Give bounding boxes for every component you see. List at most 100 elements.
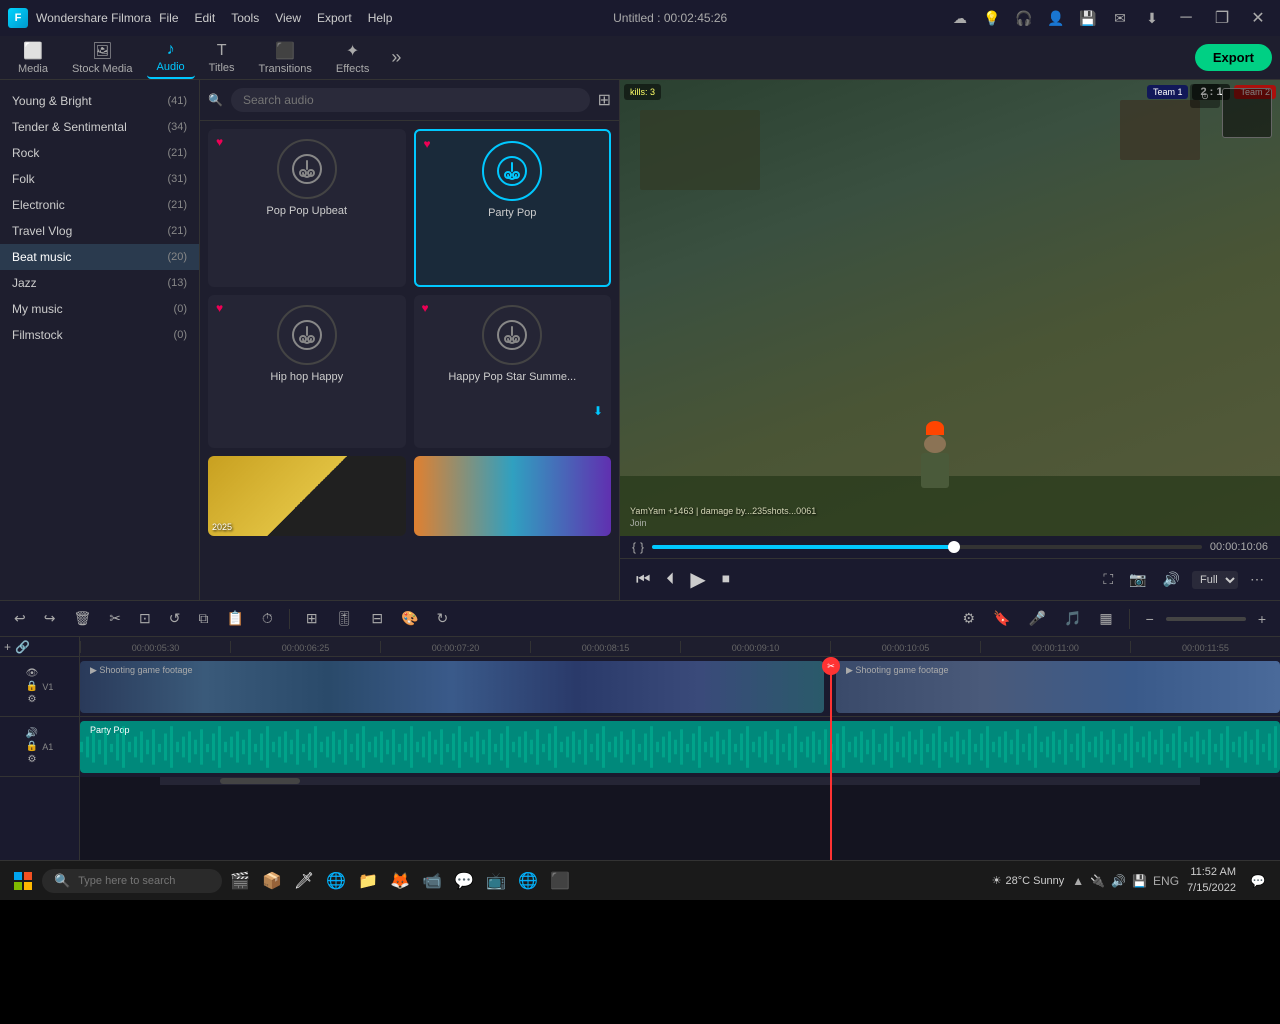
audio-card-party-pop[interactable]: ♥ Party Pop [414,129,612,287]
zoom-slider[interactable] [1166,617,1246,621]
video-clip-1[interactable]: ▶ Shooting game footage [80,661,824,713]
headset-icon[interactable]: 🎧 [1012,6,1036,30]
zoom-in-button[interactable]: + [1252,607,1272,631]
taskbar-search-input[interactable] [78,875,208,887]
close-button[interactable]: ✕ [1244,8,1272,28]
menu-file[interactable]: File [159,11,178,25]
menu-view[interactable]: View [275,11,301,25]
menu-tools[interactable]: Tools [231,11,259,25]
frame-back-button[interactable]: ⏴ [662,567,678,593]
screenshot-button[interactable]: 📷 [1125,567,1150,592]
tab-stock-media[interactable]: 🖼 Stock Media [62,37,143,79]
category-young-bright[interactable]: Young & Bright (41) [0,88,199,114]
taskbar-app-folder[interactable]: 📁 [354,867,382,895]
copy-button[interactable]: ⧉ [192,606,214,631]
systray-network[interactable]: 🔌 [1090,874,1105,888]
notification-button[interactable]: 💬 [1244,867,1272,895]
stop-button[interactable]: ⏹ [718,567,734,593]
track-audio-icon[interactable]: 🔊 [26,728,38,739]
user-icon[interactable]: 👤 [1044,6,1068,30]
category-folk[interactable]: Folk (31) [0,166,199,192]
category-rock[interactable]: Rock (21) [0,140,199,166]
menu-export[interactable]: Export [317,11,352,25]
settings-button[interactable]: ⚙ [957,606,982,631]
taskbar-clock[interactable]: 11:52 AM 7/15/2022 [1187,865,1236,896]
search-input[interactable] [231,88,590,112]
undo-button[interactable]: ↩ [8,606,32,631]
audio-card-happy-pop-star[interactable]: ♥ ⬇ Happy Pop Star Summe... [414,295,612,449]
audio-card-pop-pop-upbeat[interactable]: ♥ Pop Pop Upbeat [208,129,406,287]
edit-button[interactable]: 🎚 [330,606,360,631]
cloud-icon[interactable]: ☁ [948,6,972,30]
taskbar-app-5[interactable]: 🦊 [386,867,414,895]
refresh-button[interactable]: ↻ [431,606,455,631]
taskbar-app-filmora[interactable]: 🎬 [226,867,254,895]
minimize-button[interactable]: ─ [1172,8,1200,28]
grid-toggle-icon[interactable]: ⊞ [598,90,611,110]
more-tabs-button[interactable]: » [383,43,409,72]
add-track-button[interactable]: + [4,640,11,654]
fullscreen-button[interactable]: ⛶ [1099,567,1117,592]
audio-card-thumb-2[interactable] [414,456,612,536]
save-icon[interactable]: 💾 [1076,6,1100,30]
audio-card-hip-hop-happy[interactable]: ♥ Hip hop Happy [208,295,406,449]
timeline-scrollbar-thumb[interactable] [220,778,300,784]
preview-seekbar[interactable] [652,545,1202,549]
mic-button[interactable]: 🎤 [1023,606,1052,631]
music-button[interactable]: 🎵 [1058,606,1087,631]
mark-button[interactable]: 🔖 [987,606,1016,631]
timeline-scrollbar[interactable] [160,777,1200,785]
timer-button[interactable]: ⏱ [256,606,279,631]
track-mute-icon[interactable]: 🔒 [26,741,38,752]
tab-effects[interactable]: ✦ Effects [326,37,379,79]
category-travel-vlog[interactable]: Travel Vlog (21) [0,218,199,244]
mail-icon[interactable]: ✉ [1108,6,1132,30]
seekbar-thumb[interactable] [948,541,960,553]
link-button[interactable]: 🔗 [15,640,30,654]
tab-transitions[interactable]: ⬛ Transitions [249,37,322,79]
track-audio-settings-icon[interactable]: ⚙ [28,754,37,765]
crop-button[interactable]: ⊡ [133,606,157,631]
category-beat-music[interactable]: Beat music (20) [0,244,199,270]
menu-edit[interactable]: Edit [195,11,216,25]
category-electronic[interactable]: Electronic (21) [0,192,199,218]
redo-button[interactable]: ↪ [38,606,62,631]
layout-button[interactable]: ▦ [1093,606,1118,631]
trim-button[interactable]: ⊞ [300,606,324,631]
category-tender-sentimental[interactable]: Tender & Sentimental (34) [0,114,199,140]
taskbar-app-7[interactable]: 💬 [450,867,478,895]
start-button[interactable] [8,866,38,896]
quality-select[interactable]: Full 1/2 1/4 [1192,571,1238,589]
tab-audio[interactable]: ♪ Audio [147,37,195,79]
delete-button[interactable]: 🗑 [67,606,97,631]
taskbar-app-2[interactable]: 📦 [258,867,286,895]
restore-button[interactable]: ↺ [163,606,187,631]
tab-media[interactable]: ⬜ Media [8,37,58,79]
volume-button[interactable]: 🔊 [1159,567,1184,592]
systray-usb[interactable]: 💾 [1132,874,1147,888]
audio-card-thumb-1[interactable]: 2025 [208,456,406,536]
category-my-music[interactable]: My music (0) [0,296,199,322]
zoom-out-button[interactable]: − [1140,607,1160,631]
systray-volume[interactable]: 🔊 [1111,874,1126,888]
split-button[interactable]: ⊟ [365,606,389,631]
taskbar-app-9[interactable]: 🌐 [514,867,542,895]
category-filmstock[interactable]: Filmstock (0) [0,322,199,348]
cut-button[interactable]: ✂ [103,606,127,631]
menu-help[interactable]: Help [368,11,393,25]
taskbar-app-6[interactable]: 📹 [418,867,446,895]
more-options-button[interactable]: ⋯ [1246,567,1268,592]
taskbar-app-8[interactable]: 📺 [482,867,510,895]
skip-back-button[interactable]: ⏮ [632,567,654,593]
taskbar-search[interactable]: 🔍 [42,869,222,893]
maximize-button[interactable]: ❐ [1208,8,1236,28]
download-icon[interactable]: ⬇ [593,404,603,418]
video-clip-2[interactable]: ▶ Shooting game footage [836,661,1280,713]
taskbar-app-3[interactable]: 🗡 [290,867,318,895]
systray-arrow[interactable]: ▲ [1072,874,1084,888]
track-settings-icon[interactable]: ⚙ [28,694,37,705]
download-icon[interactable]: ⬇ [1140,6,1164,30]
paste-button[interactable]: 📋 [220,606,249,631]
tab-titles[interactable]: T Titles [199,38,245,78]
export-button[interactable]: Export [1195,44,1272,71]
